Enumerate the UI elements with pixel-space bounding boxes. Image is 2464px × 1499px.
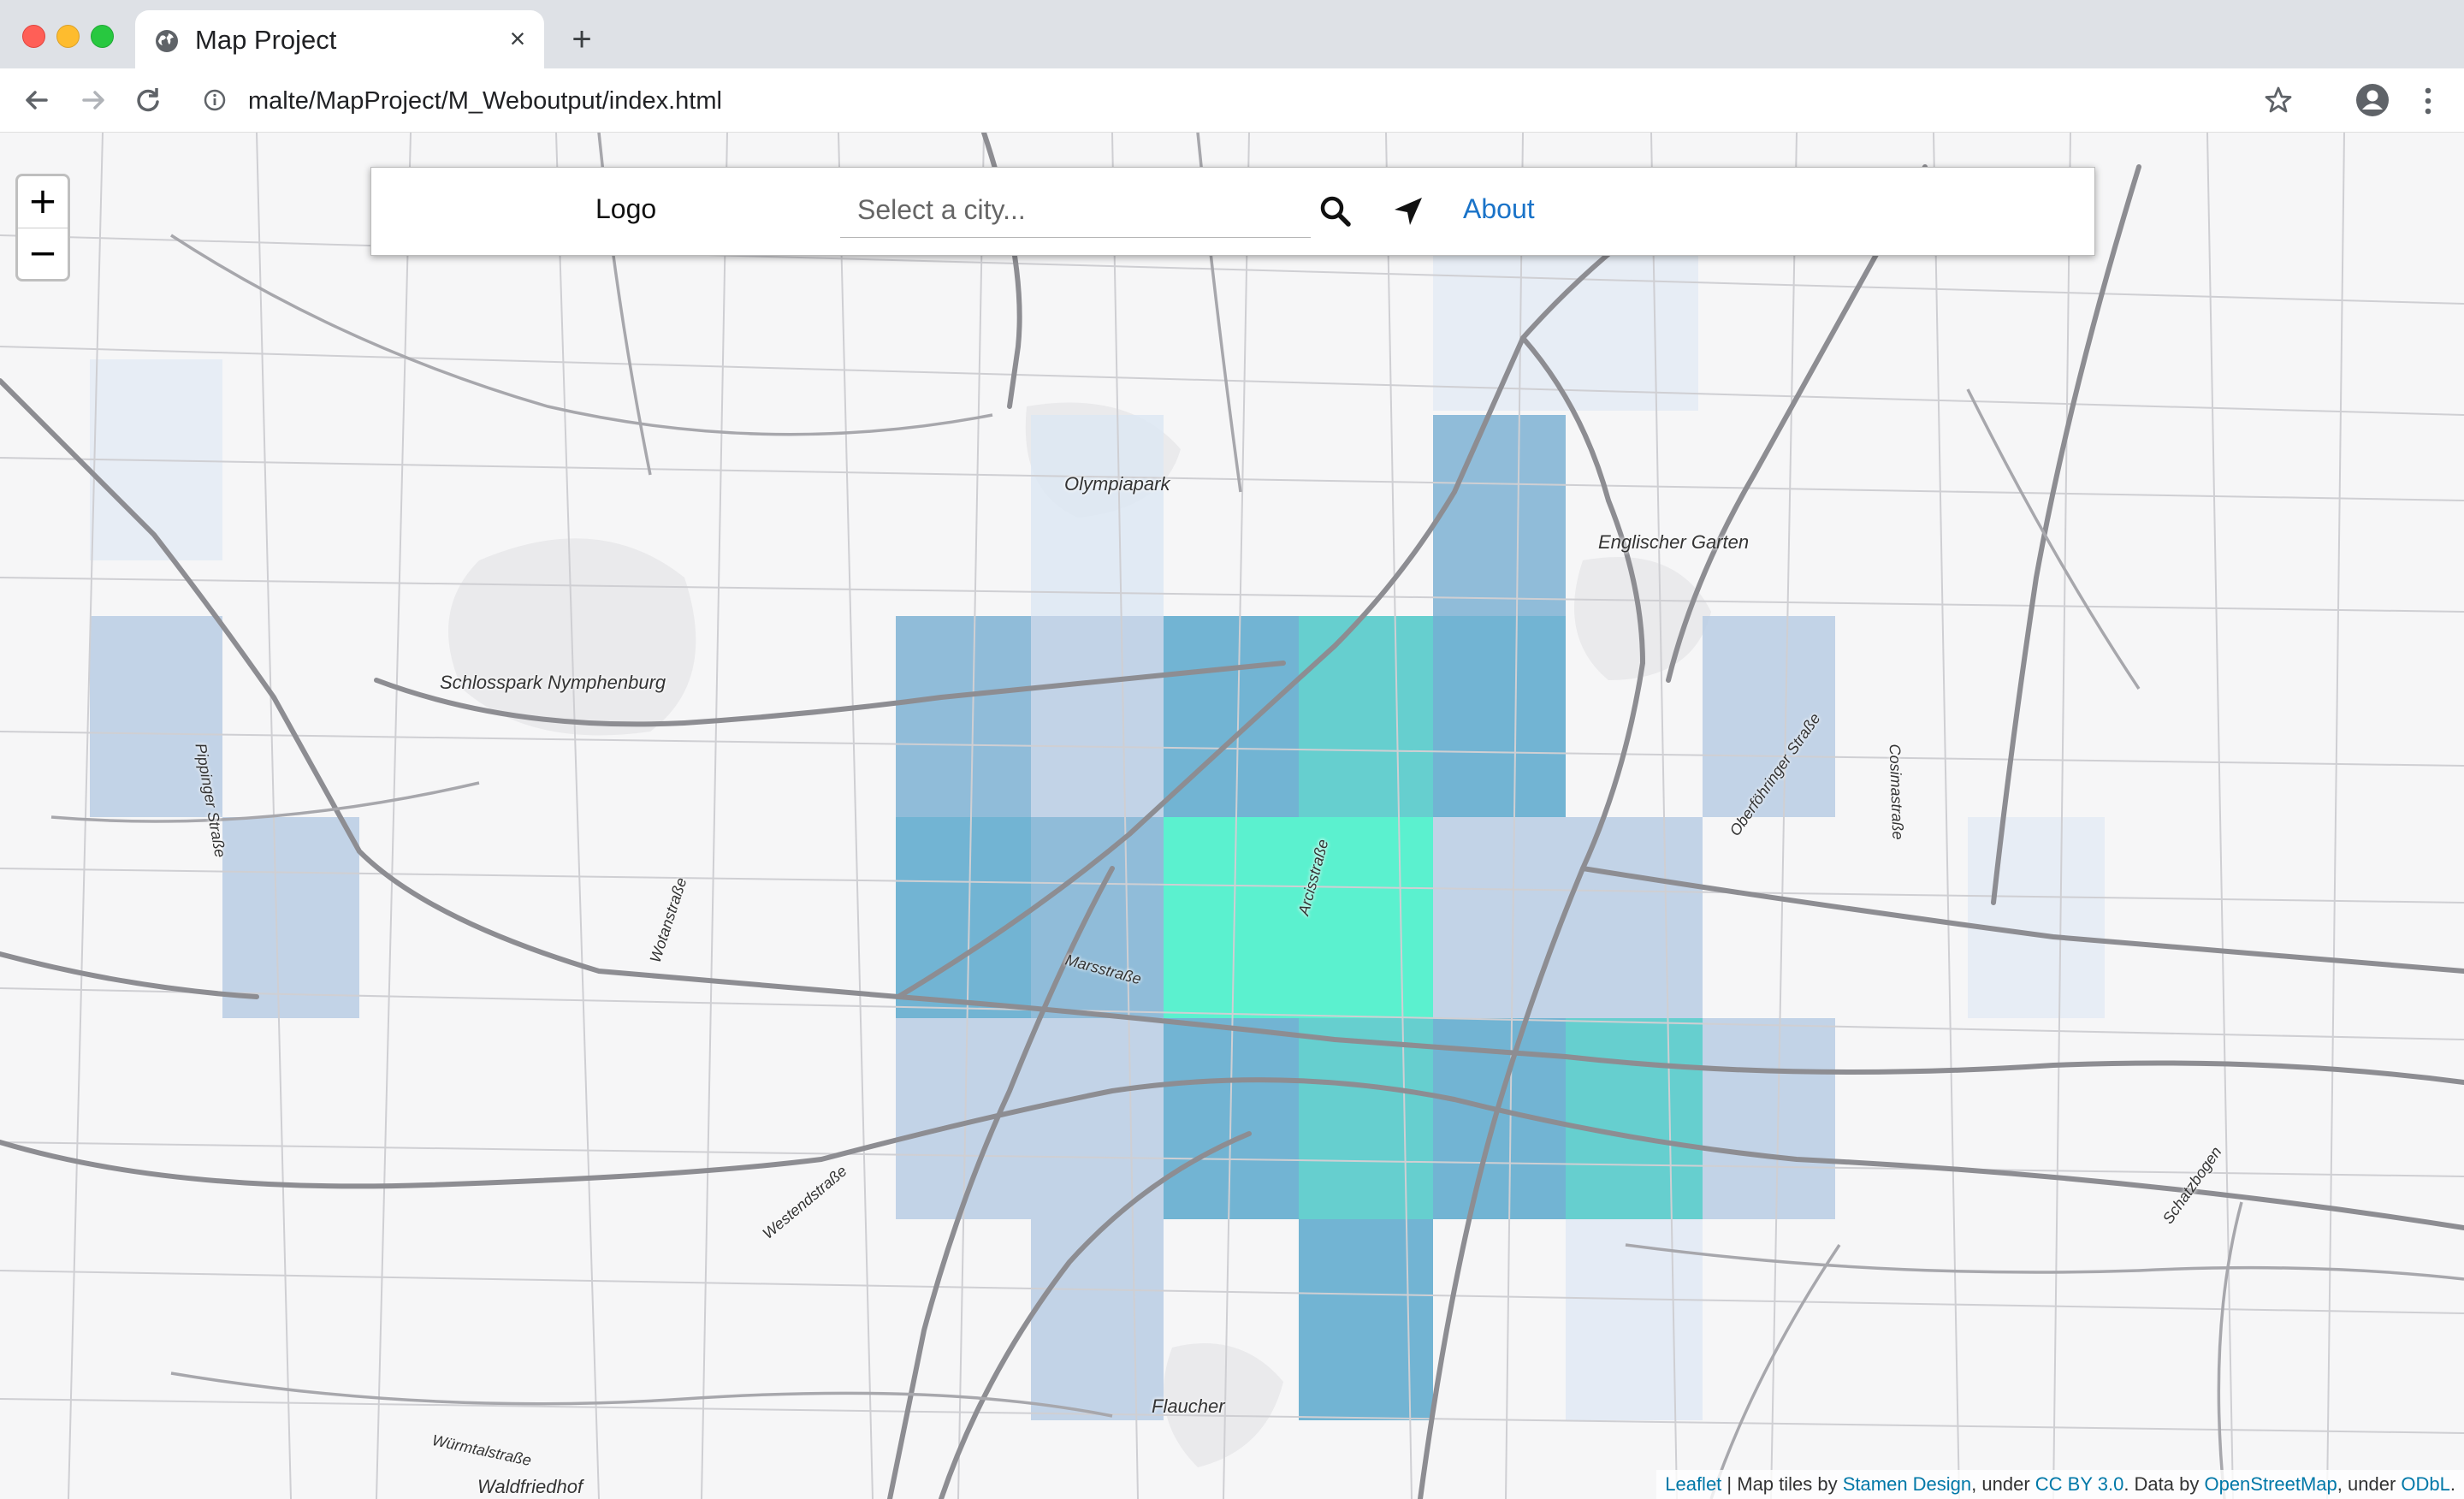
map-tiles[interactable] bbox=[0, 133, 2464, 1499]
heatmap-cell bbox=[896, 616, 1031, 817]
attribution-text: , under bbox=[1971, 1473, 2035, 1495]
heatmap-cell bbox=[1968, 817, 2105, 1018]
address-bar[interactable]: malte/MapProject/M_Weboutput/index.html bbox=[188, 75, 2292, 125]
map-attribution: Leaflet | Map tiles by Stamen Design, un… bbox=[1656, 1470, 2464, 1499]
url-text[interactable]: malte/MapProject/M_Weboutput/index.html bbox=[248, 87, 722, 116]
place-label-olympiapark: Olympiapark bbox=[1064, 473, 1170, 495]
map-container[interactable]: Olympiapark Englischer Garten Schlosspar… bbox=[0, 133, 2464, 1499]
app-navbar: Logo About bbox=[370, 167, 2095, 256]
maximize-window-button[interactable] bbox=[91, 25, 114, 48]
about-link[interactable]: About bbox=[1463, 193, 1535, 225]
bookmark-star-icon[interactable] bbox=[2262, 84, 2295, 116]
forward-arrow-icon[interactable] bbox=[74, 80, 113, 120]
attribution-text: . Data by bbox=[2123, 1473, 2205, 1495]
tab-title: Map Project bbox=[195, 25, 337, 55]
heatmap-cell bbox=[1031, 1219, 1164, 1420]
heatmap-cell bbox=[1433, 415, 1566, 616]
minimize-window-button[interactable] bbox=[56, 25, 80, 48]
attribution-text: , under bbox=[2337, 1473, 2402, 1495]
attribution-leaflet-link[interactable]: Leaflet bbox=[1665, 1473, 1721, 1495]
zoom-out-button[interactable]: − bbox=[18, 228, 68, 280]
heatmap-cell bbox=[1566, 817, 1703, 1018]
browser-tab-strip: Map Project × + bbox=[0, 0, 2464, 68]
attribution-odbl-link[interactable]: ODbL bbox=[2401, 1473, 2449, 1495]
heatmap-cell bbox=[1031, 1018, 1164, 1219]
tab-close-icon[interactable]: × bbox=[503, 24, 532, 53]
browser-tab[interactable]: Map Project × bbox=[135, 10, 544, 68]
heatmap-cell bbox=[1433, 817, 1566, 1018]
new-tab-button[interactable]: + bbox=[565, 22, 599, 56]
location-arrow-icon[interactable] bbox=[1391, 194, 1425, 228]
attribution-cc-link[interactable]: CC BY 3.0 bbox=[2035, 1473, 2124, 1495]
place-label-waldfriedhof: Waldfriedhof bbox=[477, 1476, 583, 1497]
heatmap-cell bbox=[1433, 616, 1566, 817]
reload-icon[interactable] bbox=[128, 80, 168, 120]
search-icon[interactable] bbox=[1318, 194, 1353, 228]
place-label-englischer-garten: Englischer Garten bbox=[1598, 531, 1750, 553]
place-label-flaucher: Flaucher bbox=[1152, 1395, 1225, 1417]
heatmap-cell bbox=[1566, 1018, 1703, 1219]
heatmap-cell bbox=[1703, 1018, 1835, 1219]
logo[interactable]: Logo bbox=[595, 193, 656, 225]
zoom-control: + − bbox=[15, 174, 70, 281]
account-icon[interactable] bbox=[2354, 82, 2390, 118]
city-search-input[interactable] bbox=[840, 183, 1311, 238]
browser-toolbar: malte/MapProject/M_Weboutput/index.html bbox=[0, 68, 2464, 133]
heatmap-cell bbox=[1299, 1219, 1433, 1420]
street-label-cosimastrasse: Cosimastraße bbox=[1886, 744, 1907, 840]
heatmap-cell bbox=[1299, 1018, 1433, 1219]
attribution-text: . bbox=[2449, 1473, 2455, 1495]
heatmap-cell bbox=[1299, 616, 1433, 817]
attribution-stamen-link[interactable]: Stamen Design bbox=[1843, 1473, 1971, 1495]
heatmap-cell bbox=[1031, 616, 1164, 817]
globe-icon bbox=[156, 30, 178, 52]
place-label-schlosspark: Schlosspark Nymphenburg bbox=[440, 672, 666, 693]
attribution-text: | Map tiles by bbox=[1721, 1473, 1843, 1495]
heatmap-cell bbox=[1566, 1219, 1703, 1420]
attribution-osm-link[interactable]: OpenStreetMap bbox=[2204, 1473, 2337, 1495]
heatmap-cell bbox=[1164, 817, 1299, 1018]
heatmap-cell bbox=[1031, 415, 1164, 616]
more-menu-icon[interactable] bbox=[2413, 84, 2443, 118]
back-arrow-icon[interactable] bbox=[17, 80, 56, 120]
heatmap-cell bbox=[222, 817, 359, 1018]
info-icon[interactable] bbox=[202, 87, 228, 113]
zoom-in-button[interactable]: + bbox=[18, 176, 68, 228]
close-window-button[interactable] bbox=[22, 25, 45, 48]
